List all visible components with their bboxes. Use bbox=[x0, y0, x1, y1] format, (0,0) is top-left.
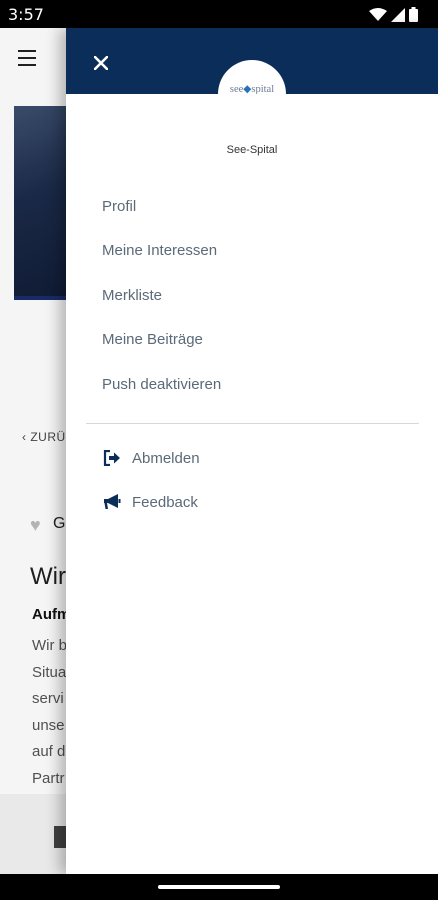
logout-label: Abmelden bbox=[132, 449, 200, 467]
status-bar: 3:57 bbox=[0, 0, 438, 28]
menu-item-meine-beitraege[interactable]: Meine Beiträge bbox=[102, 324, 203, 354]
battery-icon bbox=[409, 7, 418, 22]
feedback-button[interactable]: Feedback bbox=[102, 487, 198, 517]
signal-icon bbox=[391, 7, 405, 22]
logo: see◆spital bbox=[218, 60, 286, 94]
close-icon bbox=[94, 56, 108, 70]
menu-divider bbox=[86, 423, 419, 424]
logout-icon bbox=[102, 448, 122, 468]
brand-name: See-Spital bbox=[226, 144, 278, 156]
status-time: 3:57 bbox=[8, 5, 44, 24]
system-nav-bar bbox=[0, 874, 438, 900]
menu-item-meine-interessen[interactable]: Meine Interessen bbox=[102, 235, 217, 265]
drawer-header: see◆spital bbox=[66, 28, 438, 94]
close-button[interactable] bbox=[90, 52, 112, 74]
menu-item-push-deaktivieren[interactable]: Push deaktivieren bbox=[102, 369, 221, 399]
home-gesture-handle[interactable] bbox=[158, 885, 280, 889]
navigation-drawer: see◆spital See-Spital Profil Meine Inter… bbox=[66, 28, 438, 874]
status-icons bbox=[369, 7, 418, 22]
megaphone-icon bbox=[102, 492, 122, 512]
logo-wordmark: see◆spital bbox=[229, 84, 275, 94]
feedback-label: Feedback bbox=[132, 493, 198, 511]
menu-item-merkliste[interactable]: Merkliste bbox=[102, 280, 162, 310]
wifi-icon bbox=[369, 7, 387, 21]
logout-button[interactable]: Abmelden bbox=[102, 443, 200, 473]
menu-item-profil[interactable]: Profil bbox=[102, 191, 136, 221]
